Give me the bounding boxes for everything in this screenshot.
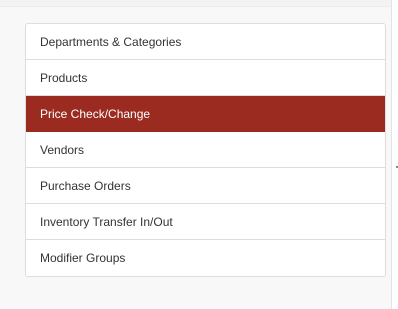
menu-item-inventory-transfer[interactable]: Inventory Transfer In/Out bbox=[26, 204, 385, 240]
menu-item-purchase-orders[interactable]: Purchase Orders bbox=[26, 168, 385, 204]
menu-item-products[interactable]: Products bbox=[26, 60, 385, 96]
inventory-menu: Departments & Categories Products Price … bbox=[25, 23, 386, 277]
menu-item-modifier-groups[interactable]: Modifier Groups bbox=[26, 240, 385, 276]
adjacent-panel-edge bbox=[392, 0, 398, 309]
menu-item-departments-categories[interactable]: Departments & Categories bbox=[26, 24, 385, 60]
menu-item-vendors[interactable]: Vendors bbox=[26, 132, 385, 168]
top-border bbox=[0, 0, 398, 7]
menu-item-price-check-change[interactable]: Price Check/Change bbox=[26, 96, 385, 132]
